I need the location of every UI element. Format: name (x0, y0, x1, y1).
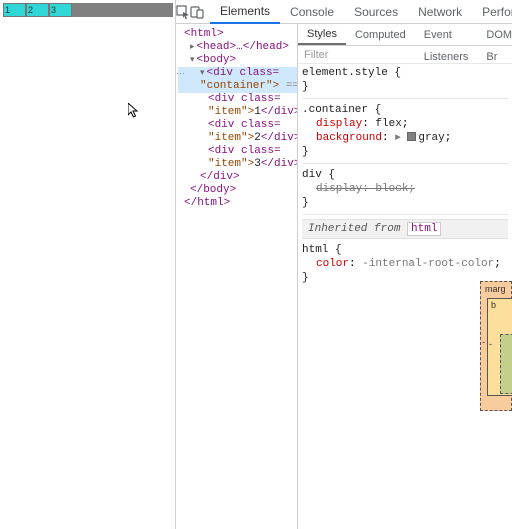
rule-element-style[interactable]: element.style { } (302, 66, 508, 99)
rule-html[interactable]: html { color: -internal-root-color; } (302, 243, 508, 289)
dom-node[interactable]: </html> (184, 197, 230, 209)
flex-container: 1 2 3 (3, 3, 173, 17)
dom-node-selected[interactable]: ⋯ <div class= (178, 67, 297, 80)
subtab-dom-breakpoints[interactable]: DOM Br (477, 24, 512, 45)
flex-item: 3 (49, 3, 72, 17)
tab-network[interactable]: Network (408, 0, 472, 24)
styles-filter-input[interactable]: Filter (298, 46, 512, 64)
style-rules: element.style { } .container { display: … (298, 64, 512, 299)
dom-node[interactable]: <head>…</head> (197, 41, 289, 53)
rendered-page: 1 2 3 (0, 0, 175, 529)
tab-elements[interactable]: Elements (210, 0, 280, 24)
devtools-tabs: Elements Console Sources Network Perform… (210, 0, 512, 24)
dom-node-selected[interactable]: "container"> == $0 (178, 80, 297, 93)
tab-sources[interactable]: Sources (344, 0, 408, 24)
subtab-event-listeners[interactable]: Event Listeners (415, 24, 478, 45)
dom-node[interactable]: </div> (200, 171, 240, 183)
color-swatch-icon[interactable] (407, 132, 416, 141)
device-toggle-icon[interactable] (190, 1, 204, 23)
tab-console[interactable]: Console (280, 0, 344, 24)
flex-item: 1 (3, 3, 26, 17)
subtab-computed[interactable]: Computed (346, 24, 415, 45)
rule-container[interactable]: .container { display: flex; background: … (302, 103, 508, 164)
dom-node[interactable]: <body> (197, 54, 237, 66)
box-model-border-label: b (491, 300, 496, 310)
mouse-cursor-icon (128, 103, 140, 119)
dom-node[interactable]: <div class= (208, 145, 281, 157)
styles-pane: Styles Computed Event Listeners DOM Br F… (298, 24, 512, 529)
dom-tree[interactable]: <html> <head>…</head> <body> ⋯ <div clas… (176, 24, 298, 529)
flex-item: 2 (26, 3, 49, 17)
subtab-styles[interactable]: Styles (298, 24, 346, 45)
dom-node[interactable]: <html> (184, 28, 224, 40)
box-model-diagram[interactable]: marg - b - (480, 281, 512, 411)
devtools-panel: Elements Console Sources Network Perform… (175, 0, 512, 529)
dom-node[interactable]: <div class= (208, 119, 281, 131)
inherited-from-bar: Inherited from html (302, 219, 508, 239)
styles-subtabs: Styles Computed Event Listeners DOM Br (298, 24, 512, 46)
rule-div[interactable]: div { display: block; } (302, 168, 508, 215)
box-model-margin-label: marg (485, 284, 506, 294)
dom-node[interactable]: <div class= (208, 93, 281, 105)
dom-node[interactable]: </body> (190, 184, 236, 196)
tab-performance[interactable]: Performance (472, 0, 512, 24)
devtools-toolbar: Elements Console Sources Network Perform… (176, 0, 512, 24)
inspect-element-icon[interactable] (176, 1, 190, 23)
overridden-property: display: block; (302, 182, 508, 196)
